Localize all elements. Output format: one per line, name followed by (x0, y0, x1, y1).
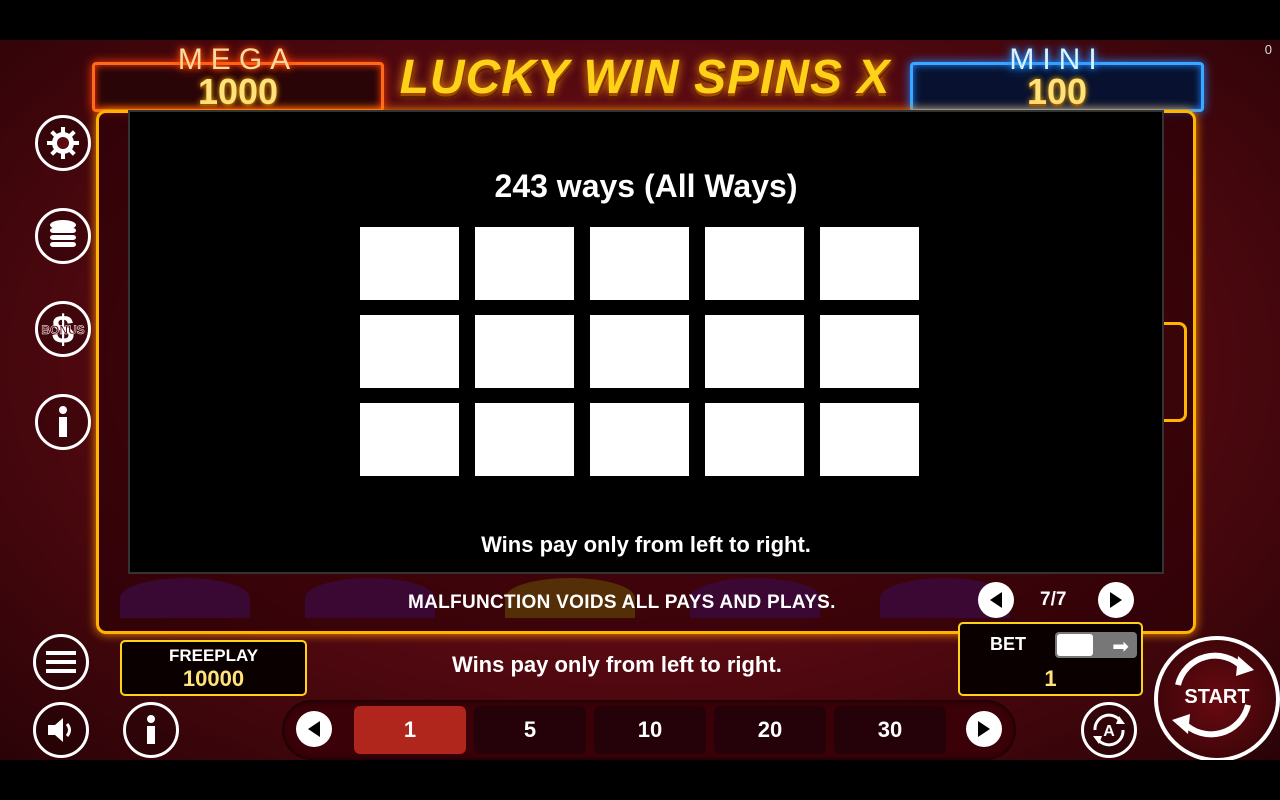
reel-position-cell (590, 315, 689, 388)
bet-next-button[interactable] (966, 711, 1002, 747)
toggle-knob (1057, 634, 1093, 656)
chevron-right-icon (978, 721, 990, 737)
corner-counter: 0 (1264, 42, 1272, 57)
malfunction-notice: MALFUNCTION VOIDS ALL PAYS AND PLAYS. (408, 592, 836, 613)
autoplay-icon: A (1093, 713, 1125, 747)
bet-value: 1 (1044, 666, 1057, 691)
reel-position-cell (360, 403, 459, 476)
reel-position-cell (820, 227, 919, 300)
arrow-right-icon: ➡ (1112, 636, 1129, 658)
paytable-overlay: 243 ways (All Ways) Wins pay only from l… (128, 110, 1164, 574)
ways-note: Wins pay only from left to right. (481, 532, 811, 557)
mega-jackpot: MEGA 1000 (92, 43, 384, 112)
reel-position-cell (590, 403, 689, 476)
help-button[interactable] (123, 702, 179, 758)
menu-button[interactable] (33, 634, 89, 690)
info-button[interactable] (35, 394, 91, 450)
chevron-right-icon (1110, 592, 1122, 608)
start-button[interactable]: START (1154, 636, 1280, 760)
freeplay-label: FREEPLAY (168, 646, 259, 665)
coin-stack-icon (50, 220, 76, 247)
speaker-icon (48, 718, 71, 742)
menu-icon (46, 651, 76, 673)
mini-jackpot-value: 100 (1026, 71, 1088, 112)
bet-selector: 1 5 10 20 30 (282, 700, 1016, 760)
grape-symbol (120, 578, 250, 618)
mega-jackpot-value: 1000 (197, 71, 279, 112)
svg-text:BONUS: BONUS (41, 323, 84, 337)
info-icon (147, 715, 155, 744)
game-logo: LUCKY WIN SPINS X (399, 51, 891, 104)
reel-position-cell (820, 315, 919, 388)
page-counter: 7/7 (1040, 589, 1067, 610)
sound-button[interactable] (33, 702, 89, 758)
bet-toggle[interactable]: ➡ (1055, 632, 1137, 658)
bonus-button[interactable]: $ BONUS (35, 301, 91, 357)
gear-icon (47, 127, 79, 159)
start-label: START (1184, 686, 1250, 708)
reel-position-cell (705, 315, 804, 388)
reel-position-cell (360, 227, 459, 300)
status-message: Wins pay only from left to right. (452, 652, 782, 677)
reel-position-cell (475, 315, 574, 388)
bet-option-30[interactable]: 30 (834, 706, 946, 754)
dollar-icon: $ BONUS (41, 308, 85, 351)
settings-button[interactable] (35, 115, 91, 171)
coins-button[interactable] (35, 208, 91, 264)
reel-position-cell (820, 403, 919, 476)
bet-option-20[interactable]: 20 (714, 706, 826, 754)
bet-prev-button[interactable] (296, 711, 332, 747)
mini-jackpot: MINI 100 (910, 43, 1204, 112)
bet-option-5[interactable]: 5 (474, 706, 586, 754)
reel-position-cell (475, 227, 574, 300)
bet-label: BET (990, 634, 1026, 654)
reel-position-cell (705, 227, 804, 300)
reel-position-cell (475, 403, 574, 476)
reel-side-tab (1160, 322, 1187, 422)
reel-position-cell (705, 403, 804, 476)
reel-position-cell (590, 227, 689, 300)
chevron-left-icon (308, 721, 320, 737)
reel-position-cell (360, 315, 459, 388)
bet-option-1[interactable]: 1 (354, 706, 466, 754)
next-page-button[interactable] (1098, 582, 1134, 618)
bet-panel: BET ➡ 1 (958, 622, 1143, 696)
chevron-left-icon (990, 592, 1002, 608)
freeplay-balance: FREEPLAY 10000 (120, 640, 307, 696)
ways-grid (360, 227, 920, 477)
info-icon (59, 406, 67, 437)
prev-page-button[interactable] (978, 582, 1014, 618)
ways-title: 243 ways (All Ways) (494, 168, 798, 204)
bet-option-10[interactable]: 10 (594, 706, 706, 754)
game-stage: 0 MEGA 1000 LUCKY WIN SPINS X MINI 100 $… (0, 40, 1280, 760)
freeplay-value: 10000 (182, 666, 245, 691)
svg-text:A: A (1103, 723, 1115, 740)
autoplay-button[interactable]: A (1081, 702, 1137, 758)
